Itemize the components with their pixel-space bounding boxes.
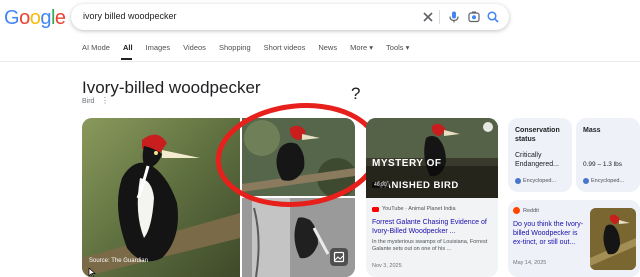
tab-shopping[interactable]: Shopping (219, 43, 251, 57)
close-icon[interactable] (421, 10, 435, 24)
video-overlay-subtitle: VANISHED BIRD (378, 180, 459, 191)
search-divider (439, 10, 440, 24)
video-overlay-title: MYSTERY OF (372, 158, 442, 169)
encyclopedia-icon (583, 178, 589, 184)
video-title-link[interactable]: Forrest Galante Chasing Evidence of Ivor… (372, 218, 492, 236)
search-tabs: AI Mode All Images Videos Shopping Short… (82, 43, 422, 57)
gallery-icon[interactable] (330, 248, 348, 266)
logo-letter: o (19, 7, 30, 29)
fact-card-mass[interactable]: Mass 0.99 – 1.3 lbs Encycloped... (576, 118, 640, 192)
fact-source: Encycloped... (515, 178, 556, 184)
reddit-source: Reddit (513, 207, 539, 214)
tab-news[interactable]: News (318, 43, 337, 57)
mouse-cursor-icon (88, 268, 96, 277)
google-logo[interactable]: Google (4, 7, 66, 30)
tab-ai-mode[interactable]: AI Mode (82, 43, 110, 57)
youtube-icon (372, 206, 379, 212)
logo-letter: G (4, 7, 20, 29)
tab-tools[interactable]: Tools ▾ (386, 43, 409, 57)
fact-label: Mass (583, 127, 601, 134)
entity-title: Ivory-billed woodpecker (82, 78, 261, 97)
video-duration: 46:00 (372, 182, 389, 188)
secondary-bird-image[interactable] (242, 118, 355, 196)
fact-value: 0.99 – 1.3 lbs (583, 161, 623, 168)
more-options-icon[interactable]: ⋮ (101, 96, 109, 105)
reddit-date: May 14, 2025 (513, 260, 547, 266)
header-divider (0, 61, 640, 62)
fact-source-label: Encycloped... (591, 178, 625, 184)
reddit-title-link[interactable]: Do you think the Ivory-billed Woodpecker… (513, 220, 589, 247)
logo-letter: g (40, 7, 51, 29)
search-input[interactable]: ivory billed woodpecker (83, 11, 177, 21)
tab-all[interactable]: All (123, 43, 133, 57)
video-snippet: In the mysterious swamps of Louisiana, F… (372, 239, 488, 252)
active-tab-indicator (121, 58, 132, 60)
reddit-thumbnail[interactable] (590, 208, 636, 270)
fact-source-label: Encycloped... (523, 178, 557, 184)
logo-letter: e (54, 7, 66, 29)
entity-subtitle: Bird (82, 98, 95, 105)
search-icon[interactable] (486, 10, 500, 24)
video-date: Nov 3, 2025 (372, 263, 402, 269)
tab-images[interactable]: Images (146, 43, 171, 57)
video-thumbnail[interactable]: MYSTERY OF VANISHED BIRD 46:00 (366, 118, 498, 198)
video-source: YouTube · Animal Planet India (372, 206, 456, 212)
tab-videos[interactable]: Videos (183, 43, 206, 57)
reddit-icon (513, 207, 520, 214)
tab-more[interactable]: More ▾ (350, 43, 373, 57)
logo-letter: o (29, 7, 41, 29)
fact-value: Critically Endangered... (515, 152, 559, 168)
reddit-source-label: Reddit (523, 207, 539, 214)
fact-source: Encycloped... (583, 178, 624, 184)
encyclopedia-icon (515, 178, 521, 184)
video-result-card[interactable]: MYSTERY OF VANISHED BIRD 46:00 YouTube ·… (366, 118, 498, 277)
search-box[interactable]: ivory billed woodpecker (71, 4, 509, 30)
video-source-label: YouTube · Animal Planet India (382, 206, 456, 212)
main-bird-image[interactable] (82, 118, 240, 277)
expand-icon[interactable] (483, 122, 493, 132)
image-source-label: Source: The Guardian (89, 258, 148, 264)
fact-card-conservation[interactable]: Conservation status Critically Endangere… (508, 118, 572, 192)
reddit-result-card[interactable]: Reddit Do you think the Ivory-billed Woo… (508, 200, 640, 277)
fact-label: Conservation status (515, 127, 560, 143)
tab-short-videos[interactable]: Short videos (264, 43, 306, 57)
mic-icon[interactable] (447, 10, 461, 24)
annotation-question-mark: ? (351, 84, 361, 103)
lens-icon[interactable] (467, 10, 481, 24)
